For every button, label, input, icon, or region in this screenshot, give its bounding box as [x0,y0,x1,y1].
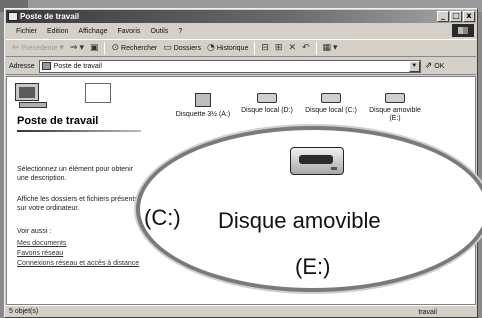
delete-icon: ✕ [288,43,296,53]
computer-icon [15,83,49,111]
menu-bar: Fichier Edition Affichage Favoris Outils… [6,24,476,38]
panel-divider [17,130,141,132]
search-label: Rechercher [121,44,158,52]
dropdown-arrow-icon: ▾ [333,43,338,53]
move-to-icon: ⊟ [261,43,269,53]
undo-icon: ↶ [301,43,310,53]
dropdown-arrow-icon: ▾ [79,43,84,53]
drive-local-c[interactable]: Disque local (C:) [301,93,361,115]
toolbar: ⇐ Précédente ▾ ⇒ ▾ ▣ ⊙ Rechercher ▭ Doss… [6,39,476,57]
back-button[interactable]: ⇐ Précédente ▾ [12,43,64,53]
go-label: OK [434,62,445,70]
status-object-count: 5 objet(s) [9,308,39,315]
history-label: Historique [216,44,249,52]
menu-outils[interactable]: Outils [150,28,168,35]
history-icon: ◔ [206,43,215,53]
address-bar: Adresse Poste de travail ▼ ⇗ OK [6,58,476,75]
zoom-drive-c-fragment: (C:) [144,205,181,230]
drive-floppy-a[interactable]: Disquette 3½ (A:) [173,93,233,119]
windows-logo-icon [452,24,474,37]
search-icon: ⊙ [111,43,120,53]
forward-arrow-icon: ⇒ [69,43,78,53]
history-button[interactable]: ◔ Historique [207,43,248,53]
maximize-button[interactable]: □ [450,11,462,22]
menu-fichier[interactable]: Fichier [16,28,37,35]
go-arrow-icon: ⇗ [424,61,433,71]
link-my-documents[interactable]: Mes documents [17,239,141,249]
drive-local-d[interactable]: Disque local (D:) [237,93,297,115]
undo-button[interactable]: ↶ [302,43,310,53]
zoom-drive-letter: (E:) [295,254,331,279]
move-to-button[interactable]: ⊟ [261,43,269,53]
menu-favoris[interactable]: Favoris [117,28,140,35]
drive-label: Disque local (C:) [305,107,357,114]
search-button[interactable]: ⊙ Rechercher [111,43,157,53]
computer-icon [8,12,18,21]
show-hint: Affiche les dossiers et fichiers présent… [17,196,138,212]
folders-icon: ▭ [163,43,172,53]
folders-label: Dossiers [173,44,201,52]
drive-label: Disque amovible (E:) [369,107,421,122]
views-icon: ▦ [322,43,332,53]
drive-label: Disque local (D:) [241,107,293,114]
zoom-drive-label: Disque amovible [218,208,381,233]
toolbar-separator [254,41,256,55]
status-bar: 5 objet(s) [6,305,476,317]
computer-icon [41,62,51,70]
address-dropdown-button[interactable]: ▼ [408,60,420,72]
views-button[interactable]: ▦ ▾ [323,43,338,53]
link-network-places[interactable]: Favoris réseau [17,249,141,259]
title-bar[interactable]: Poste de travail _ □ x [6,10,476,23]
removable-drive-icon [385,93,405,103]
up-folder-icon: ▣ [89,43,99,53]
address-value: Poste de travail [53,62,102,70]
drive-removable-e[interactable]: Disque amovible (E:) [365,93,425,123]
back-label: Précédente [21,44,58,52]
window-controls: _ □ x [437,11,475,22]
address-label: Adresse [9,62,35,70]
zoom-callout: (C:) Disque amovible (E:) [136,126,482,292]
drive-label: Disquette 3½ (A:) [175,111,231,118]
window-title: Poste de travail [20,12,80,21]
folders-button[interactable]: ▭ Dossiers [163,43,201,53]
menu-affichage[interactable]: Affichage [78,28,107,35]
copy-to-button[interactable]: ⊞ [275,43,283,53]
see-also-links: Mes documents Favoris réseau Connexions … [17,239,141,269]
forward-button[interactable]: ⇒ ▾ [70,43,84,53]
close-button[interactable]: x [463,11,475,22]
removable-drive-icon [290,147,344,177]
delete-button[interactable]: ✕ [288,43,296,53]
panel-title: Poste de travail [17,115,99,127]
copy-to-icon: ⊞ [274,43,283,53]
info-panel: Poste de travail Sélectionnez un élément… [7,77,145,304]
hard-drive-icon [321,93,341,103]
back-arrow-icon: ⇐ [12,43,20,53]
link-network-connections[interactable]: Connexions réseau et accès à distance [17,259,141,269]
up-folder-button[interactable]: ▣ [90,43,99,53]
floppy-drive-icon [195,93,211,107]
menu-help[interactable]: ? [178,28,182,35]
go-button[interactable]: ⇗ OK [425,61,445,71]
see-also-label: Voir aussi : [17,228,52,235]
toolbar-separator [104,41,106,55]
menu-edition[interactable]: Edition [47,28,68,35]
hard-drive-icon [257,93,277,103]
address-field[interactable]: Poste de travail ▼ [38,59,421,73]
status-location: travail [418,309,437,316]
select-hint: Sélectionnez un élément pour obtenir une… [17,166,133,182]
toolbar-separator [315,41,317,55]
panel-decoration [85,83,111,103]
minimize-button[interactable]: _ [437,11,449,22]
dropdown-arrow-icon: ▾ [59,43,64,53]
